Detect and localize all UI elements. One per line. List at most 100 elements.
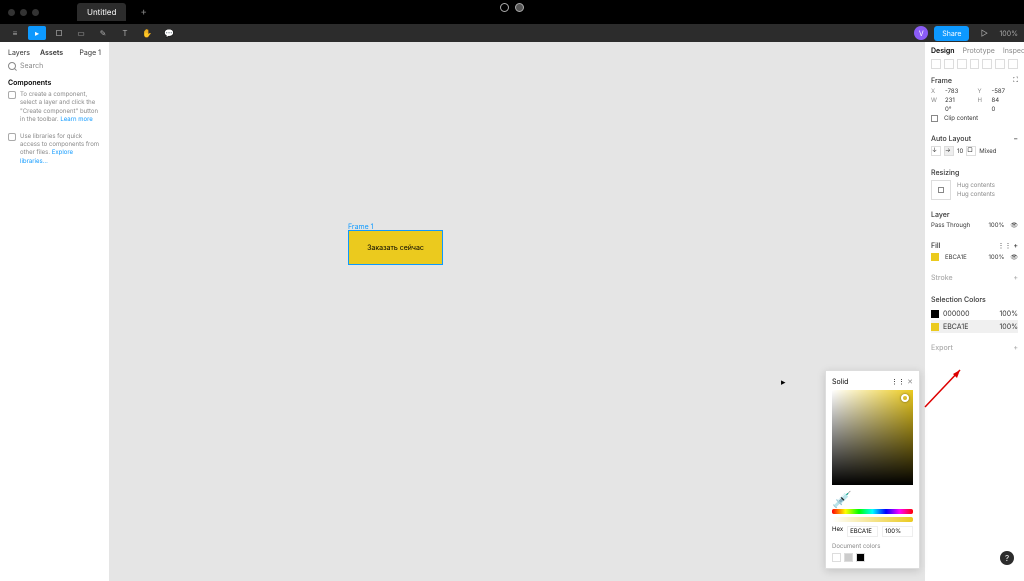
comment-tool-icon[interactable]: 💬 — [160, 26, 178, 40]
eyedropper-icon[interactable]: 💉 — [832, 489, 842, 499]
resizing-h-select[interactable]: Hug contents — [957, 182, 995, 189]
align-bottom-icon[interactable] — [995, 59, 1005, 69]
search-input[interactable]: Search — [20, 61, 43, 70]
selcolor-1-hex: 000000 — [943, 309, 970, 318]
close-dot[interactable] — [8, 9, 15, 16]
layer-visibility-icon[interactable]: 👁 — [1010, 222, 1018, 229]
frame-button[interactable]: Заказать сейчас — [348, 230, 443, 265]
hex-input[interactable]: EBCA1E — [847, 526, 878, 537]
align-right-icon[interactable] — [957, 59, 967, 69]
color-field[interactable] — [832, 390, 913, 485]
tab-design[interactable]: Design — [931, 46, 955, 55]
h-input[interactable]: 84 — [992, 97, 1019, 104]
hand-tool-icon[interactable]: ✋ — [138, 26, 156, 40]
autolayout-remove-icon[interactable]: − — [1013, 134, 1018, 143]
al-direction-down-icon[interactable]: ↓ — [931, 146, 941, 156]
traffic-lights — [8, 9, 39, 16]
cursor-icon: ▸ — [781, 377, 786, 388]
swatch-white[interactable] — [832, 553, 841, 562]
align-more-icon[interactable] — [1008, 59, 1018, 69]
resizing-title: Resizing — [931, 168, 1018, 177]
export-add-icon[interactable]: + — [1013, 343, 1018, 352]
y-input[interactable]: -587 — [992, 88, 1019, 95]
fill-color-chip[interactable] — [931, 253, 939, 261]
center-icon-1[interactable] — [500, 3, 509, 12]
help-libraries: Use libraries for quick access to compon… — [8, 133, 101, 167]
fill-style-icon[interactable]: ⋮⋮ — [997, 241, 1011, 250]
align-left-icon[interactable] — [931, 59, 941, 69]
picker-mode-select[interactable]: Solid — [832, 377, 848, 386]
learn-more-link[interactable]: Learn more — [60, 116, 92, 123]
align-vcenter-icon[interactable] — [982, 59, 992, 69]
resizing-preview[interactable] — [931, 180, 951, 200]
minimize-dot[interactable] — [20, 9, 27, 16]
document-colors-label: Document colors — [832, 543, 913, 550]
tab-prototype[interactable]: Prototype — [963, 46, 995, 55]
layer-opacity-input[interactable]: 100% — [988, 222, 1004, 229]
selcolor-1-opacity: 100% — [999, 309, 1018, 318]
zoom-level[interactable]: 100% — [999, 29, 1018, 38]
selcolor-2-hex: EBCA1E — [943, 322, 968, 331]
color-picker-panel: Solid ⋮⋮ ✕ 💉 Hex EBCA1E 100% Document co… — [825, 370, 920, 569]
alpha-slider[interactable] — [832, 517, 913, 522]
align-top-icon[interactable] — [970, 59, 980, 69]
help-button[interactable]: ? — [1000, 551, 1014, 565]
frame-tool-icon[interactable]: ▢ — [50, 26, 68, 40]
hex-mode-label[interactable]: Hex — [832, 526, 843, 537]
fill-opacity[interactable]: 100% — [988, 254, 1004, 261]
fill-visibility-icon[interactable]: 👁 — [1010, 254, 1018, 261]
tab-inspect[interactable]: Inspect — [1003, 46, 1024, 55]
export-title: Export — [931, 343, 953, 352]
clip-checkbox[interactable] — [931, 115, 938, 122]
center-icon-2[interactable] — [515, 3, 524, 12]
tab-assets[interactable]: Assets — [40, 48, 63, 57]
tab-layers[interactable]: Layers — [8, 48, 30, 57]
resizing-v-select[interactable]: Hug contents — [957, 191, 995, 198]
search-icon — [8, 62, 16, 70]
frame-section-title: Frame — [931, 76, 952, 85]
frame-fit-icon[interactable]: ⛶ — [1013, 75, 1018, 85]
opacity-input[interactable]: 100% — [882, 526, 913, 537]
w-input[interactable]: 231 — [945, 97, 972, 104]
selection-colors-title: Selection Colors — [931, 295, 1018, 304]
library-icon — [8, 133, 16, 141]
share-button[interactable]: Share — [934, 26, 969, 41]
autolayout-title: Auto Layout — [931, 134, 971, 143]
canvas[interactable]: Frame 1 Заказать сейчас ▸ — [110, 42, 924, 581]
swatch-gray[interactable] — [844, 553, 853, 562]
shape-tool-icon[interactable]: ▭ — [72, 26, 90, 40]
color-field-handle[interactable] — [901, 394, 909, 402]
stroke-add-icon[interactable]: + — [1013, 273, 1018, 282]
pen-tool-icon[interactable]: ✎ — [94, 26, 112, 40]
add-tab-button[interactable]: + — [140, 6, 147, 18]
page-selector[interactable]: Page 1 — [79, 48, 101, 57]
clip-label: Clip content — [944, 115, 978, 122]
move-tool-icon[interactable]: ▸ — [28, 26, 46, 40]
picker-styles-icon[interactable]: ⋮⋮ — [891, 377, 905, 386]
maximize-dot[interactable] — [32, 9, 39, 16]
annotation-arrow — [920, 362, 970, 412]
align-hcenter-icon[interactable] — [944, 59, 954, 69]
document-tab[interactable]: Untitled — [77, 3, 126, 21]
picker-close-icon[interactable]: ✕ — [907, 377, 913, 386]
al-padding-icon[interactable]: ▢ — [966, 146, 976, 156]
menu-icon[interactable]: ≡ — [6, 26, 24, 40]
selcolor-1-chip[interactable] — [931, 310, 939, 318]
layer-title: Layer — [931, 210, 1018, 219]
hue-slider[interactable] — [832, 509, 913, 514]
user-avatar[interactable]: V — [914, 26, 928, 40]
blend-mode-select[interactable]: Pass Through — [931, 222, 970, 229]
right-panel: Design Prototype Inspect Frame⛶ X-783Y-5… — [924, 42, 1024, 581]
present-icon[interactable]: ▷ — [975, 26, 993, 40]
fill-add-icon[interactable]: + — [1013, 241, 1018, 250]
al-direction-right-icon[interactable]: → — [944, 146, 954, 156]
al-gap-input[interactable]: 10 — [957, 148, 963, 155]
fill-hex[interactable]: EBCA1E — [945, 254, 967, 261]
selcolor-2-chip[interactable] — [931, 323, 939, 331]
al-padding-input[interactable]: Mixed — [979, 148, 996, 155]
x-input[interactable]: -783 — [945, 88, 972, 95]
corner-input[interactable]: 0 — [992, 106, 1019, 113]
rotation-input[interactable]: 0° — [945, 106, 972, 113]
swatch-black[interactable] — [856, 553, 865, 562]
text-tool-icon[interactable]: T — [116, 26, 134, 40]
